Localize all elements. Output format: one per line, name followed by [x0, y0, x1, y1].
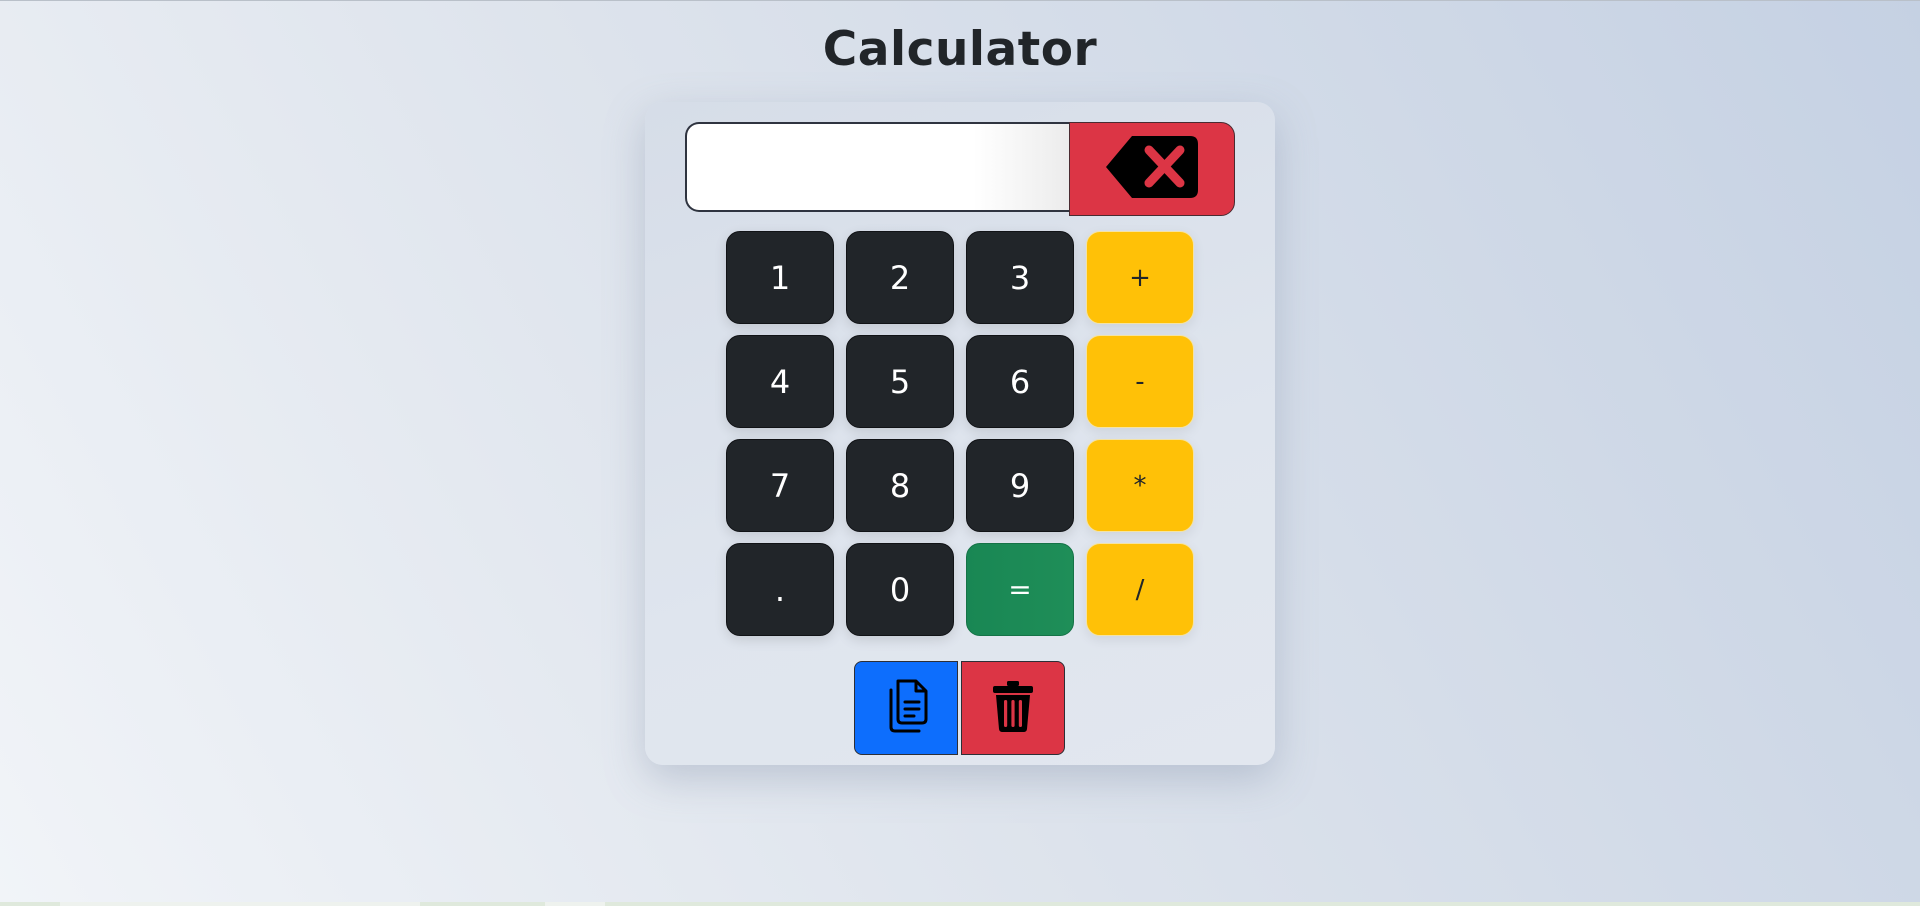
key-7[interactable]: 7 [726, 439, 834, 532]
backspace-button[interactable] [1069, 122, 1235, 216]
key-multiply[interactable]: * [1086, 439, 1194, 532]
display-group [685, 122, 1235, 216]
key-1[interactable]: 1 [726, 231, 834, 324]
bottom-strip-segment [60, 902, 420, 906]
key-3[interactable]: 3 [966, 231, 1074, 324]
key-divide[interactable]: / [1086, 543, 1194, 636]
key-2[interactable]: 2 [846, 231, 954, 324]
key-9[interactable]: 9 [966, 439, 1074, 532]
trash-icon [990, 679, 1036, 737]
key-8[interactable]: 8 [846, 439, 954, 532]
backspace-icon [1104, 134, 1200, 204]
key-equals[interactable]: = [966, 543, 1074, 636]
key-5[interactable]: 5 [846, 335, 954, 428]
key-decimal[interactable]: . [726, 543, 834, 636]
page-title: Calculator [822, 22, 1098, 77]
bottom-strip [0, 902, 1920, 906]
display-input[interactable] [685, 122, 1069, 212]
key-0[interactable]: 0 [846, 543, 954, 636]
bottom-strip-segment [545, 902, 605, 906]
key-4[interactable]: 4 [726, 335, 834, 428]
key-plus[interactable]: + [1086, 231, 1194, 324]
copy-button[interactable] [854, 661, 958, 755]
key-minus[interactable]: - [1086, 335, 1194, 428]
top-border [0, 0, 1920, 1]
copy-icon [881, 678, 931, 738]
clear-button[interactable] [961, 661, 1065, 755]
key-6[interactable]: 6 [966, 335, 1074, 428]
